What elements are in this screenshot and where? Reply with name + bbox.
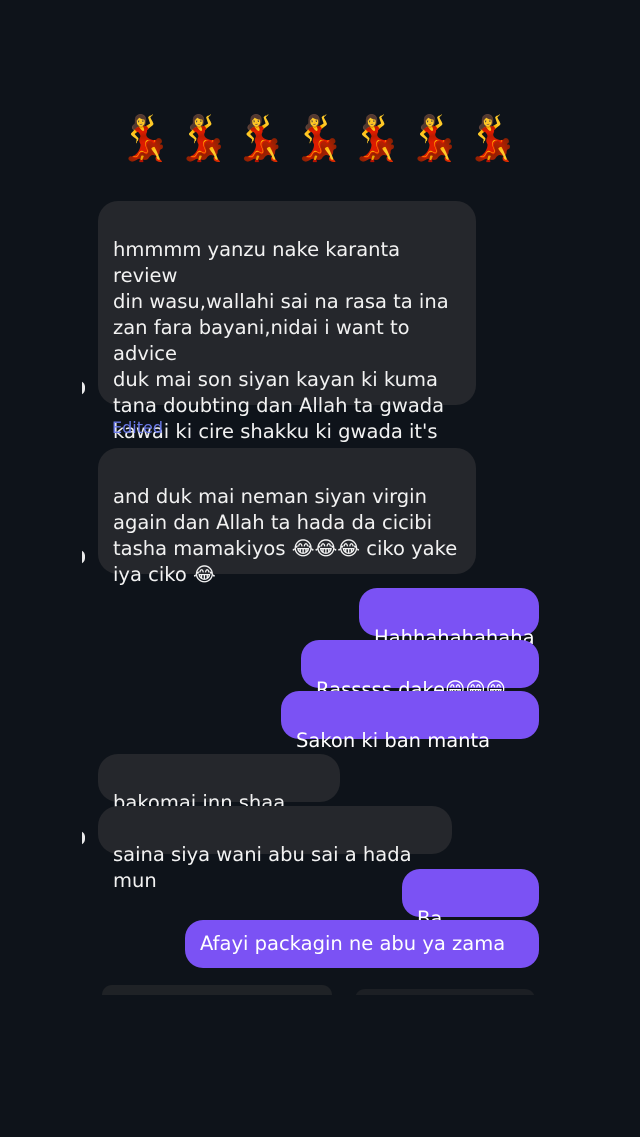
message-text: Afayi packagin ne abu ya zama bbox=[200, 932, 506, 955]
incoming-message[interactable]: saina siya wani abu sai a hada mun bbox=[98, 806, 452, 892]
outgoing-message[interactable]: Ba damuwa bbox=[402, 869, 539, 956]
message-reaction-dot bbox=[82, 550, 85, 564]
message-reaction-dot bbox=[82, 381, 85, 395]
incoming-message[interactable]: and duk mai neman siyan virgin again dan… bbox=[98, 448, 476, 586]
incoming-message[interactable]: hmmmm yanzu nake karanta review din wasu… bbox=[98, 201, 476, 469]
partially-hidden-messages bbox=[82, 985, 547, 995]
outgoing-message[interactable]: Hahhahahahaha bbox=[359, 588, 539, 649]
message-text: and duk mai neman siyan virgin again dan… bbox=[113, 485, 458, 586]
message-text: saina siya wani abu sai a hada mun bbox=[113, 843, 412, 892]
outgoing-message[interactable]: Rasssss dake😁😁😁 bbox=[301, 640, 539, 701]
message-reaction-dot bbox=[82, 831, 85, 845]
incoming-message-peek bbox=[102, 985, 332, 995]
incoming-message[interactable]: bakomai inn shaa Allah bbox=[98, 754, 340, 840]
edited-label: Edited bbox=[112, 418, 163, 437]
chat-thread[interactable]: hmmmm yanzu nake karanta review din wasu… bbox=[82, 0, 547, 995]
outgoing-message[interactable]: Afayi packagin ne abu ya zama bbox=[185, 920, 539, 968]
message-text: hmmmm yanzu nake karanta review din wasu… bbox=[113, 238, 449, 469]
outgoing-message[interactable]: Sakon ki ban manta bafa bbox=[281, 691, 539, 778]
outgoing-message-peek bbox=[355, 989, 535, 995]
